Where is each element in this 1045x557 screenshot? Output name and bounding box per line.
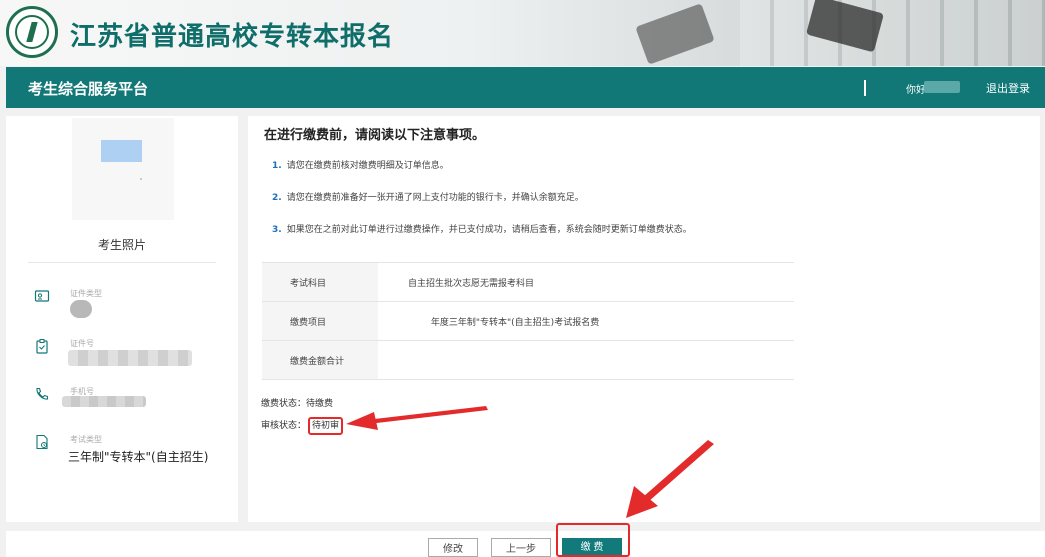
- header-banner: 江苏省普通高校专转本报名: [0, 0, 1045, 66]
- student-photo-image: [101, 140, 142, 162]
- id-number-redacted: [68, 350, 192, 366]
- photo-speck: [140, 178, 142, 180]
- notice-item: 3. 如果您在之前对此订单进行过缴费操作，并已支付成功，请稍后查看，系统会随时更新…: [272, 222, 692, 235]
- fee-row-key: 缴费项目: [262, 301, 378, 341]
- payment-status-label: 缴费状态：: [261, 399, 307, 409]
- notice-title: 在进行缴费前，请阅读以下注意事项。: [264, 128, 486, 143]
- notice-number: 3.: [272, 225, 282, 235]
- table-row: 缴费项目 年度三年制"专转本"(自主招生)考试报名费: [262, 301, 794, 341]
- student-photo: [72, 118, 174, 220]
- phone-redacted: [62, 396, 146, 407]
- fee-row-value: 年度三年制"专转本"(自主招生)考试报名费: [378, 301, 794, 341]
- id-type-redacted: [70, 300, 92, 318]
- annotation-arrow-icon: [346, 406, 488, 430]
- table-row: 缴费金额合计: [262, 340, 794, 380]
- review-status-label: 审核状态：: [261, 421, 307, 431]
- platform-title: 考生综合服务平台: [28, 80, 149, 98]
- sidebar-divider: [28, 262, 216, 263]
- logout-link[interactable]: 退出登录: [986, 80, 1030, 96]
- notice-item: 2. 请您在缴费前准备好一张开通了网上支付功能的银行卡，并确认余额充足。: [272, 190, 584, 203]
- modify-button[interactable]: 修改: [428, 538, 478, 557]
- notice-number: 1.: [272, 161, 282, 171]
- notice-text: 请您在缴费前核对缴费明细及订单信息。: [286, 161, 449, 171]
- top-nav-bar: 考生综合服务平台 你好 退出登录: [6, 67, 1045, 108]
- fee-row-value: [378, 340, 794, 380]
- field-id-number-label: 证件号: [70, 339, 94, 348]
- review-status: 审核状态： 待初审: [261, 417, 344, 435]
- field-exam-type-label: 考试类型: [70, 435, 102, 444]
- previous-step-button[interactable]: 上一步: [491, 538, 551, 557]
- notice-text: 如果您在之前对此订单进行过缴费操作，并已支付成功，请稍后查看，系统会随时更新订单…: [286, 225, 692, 235]
- site-logo: [6, 6, 58, 58]
- fee-row-key: 缴费金额合计: [262, 340, 378, 380]
- fee-row-key: 考试科目: [262, 262, 378, 302]
- fee-row-value: 自主招生批次志愿无需报考科目: [378, 262, 794, 302]
- id-card-icon: [34, 290, 50, 302]
- clipboard-icon: [36, 339, 48, 354]
- username-redacted: [924, 81, 960, 93]
- site-title: 江苏省普通高校专转本报名: [70, 22, 395, 52]
- notice-number: 2.: [272, 193, 282, 203]
- graduation-cap-decoration: [635, 3, 715, 65]
- phone-icon: [36, 387, 49, 400]
- document-clock-icon: [36, 434, 48, 450]
- field-id-type-label: 证件类型: [70, 289, 102, 298]
- student-profile-sidebar: 考生照片 证件类型 证件号 手机号 考试类型 三年制"专转本"(自主招生): [6, 116, 238, 522]
- table-row: 考试科目 自主招生批次志愿无需报考科目: [262, 262, 794, 302]
- fee-details-table: 考试科目 自主招生批次志愿无需报考科目 缴费项目 年度三年制"专转本"(自主招生…: [262, 262, 794, 380]
- payment-status: 缴费状态：待缴费: [261, 396, 333, 409]
- pay-button-highlight: [556, 523, 630, 557]
- annotation-arrow-icon: [626, 440, 714, 518]
- nav-separator: [864, 80, 866, 96]
- notice-text: 请您在缴费前准备好一张开通了网上支付功能的银行卡，并确认余额充足。: [286, 193, 584, 203]
- payment-status-value: 待缴费: [306, 399, 334, 409]
- review-status-value: 待初审: [308, 417, 344, 435]
- field-exam-type-value: 三年制"专转本"(自主招生): [68, 450, 209, 464]
- banner-background-photo: [740, 0, 1045, 66]
- student-photo-label: 考生照片: [97, 238, 146, 252]
- notice-item: 1. 请您在缴费前核对缴费明细及订单信息。: [272, 158, 449, 171]
- greeting-text: 你好: [906, 85, 926, 96]
